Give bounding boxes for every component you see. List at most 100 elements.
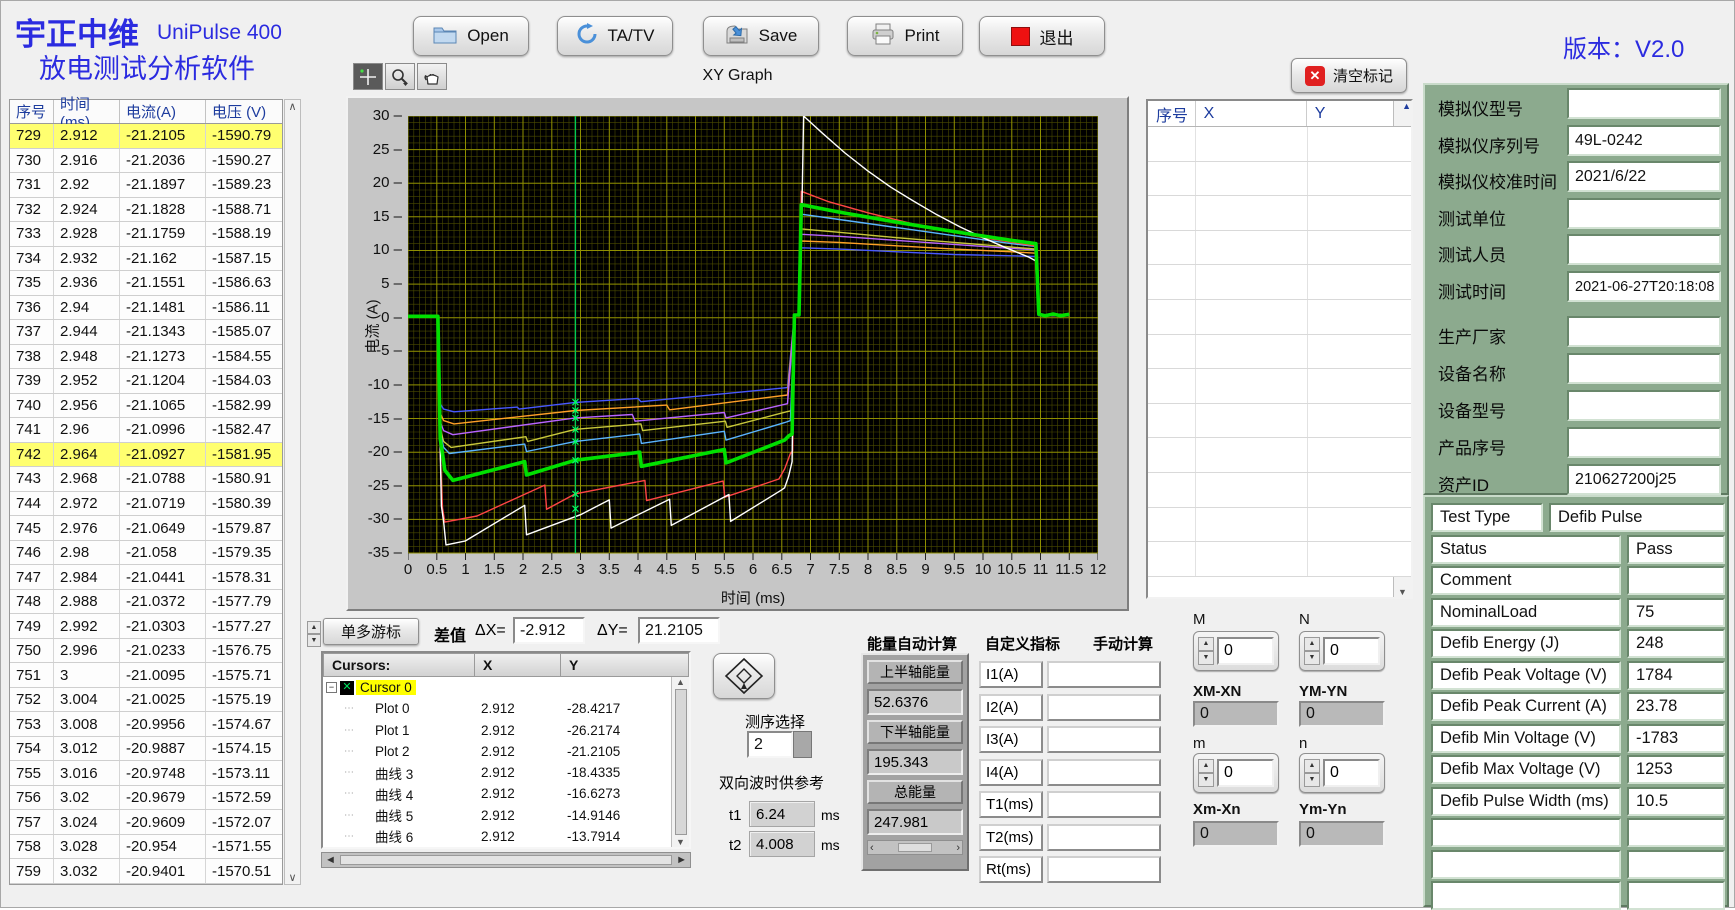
table-row[interactable]: 7553.016-20.9748-1573.11	[10, 761, 282, 786]
scrollbar-thumb[interactable]	[340, 855, 672, 865]
custom-field-value[interactable]	[1047, 694, 1161, 721]
scroll-up-icon[interactable]: ∧	[288, 100, 296, 113]
dy-field[interactable]: 21.2105	[638, 617, 720, 644]
N-spinner[interactable]: ▲▼0	[1299, 631, 1385, 671]
tree-collapse-icon[interactable]: −	[326, 682, 337, 693]
scroll-down-icon[interactable]: ∨	[288, 871, 296, 884]
result-value[interactable]	[1627, 881, 1725, 910]
scrollbar-thumb[interactable]	[675, 689, 687, 835]
cursor-nav-button[interactable]	[713, 653, 775, 699]
cursors-hscrollbar[interactable]: ◄ ►	[321, 852, 691, 868]
table-row[interactable]: 7482.988-21.0372-1577.79	[10, 590, 282, 615]
n-spinner[interactable]: ▲▼0	[1299, 753, 1385, 793]
table-row[interactable]: 7332.928-21.1759-1588.19	[10, 222, 282, 247]
table-row[interactable]: 7543.012-20.9887-1574.15	[10, 737, 282, 762]
cursor-plot-row[interactable]: ⋯Plot 02.912-28.4217	[323, 698, 671, 719]
table-row[interactable]: 7583.028-20.954-1571.55	[10, 835, 282, 860]
spin-down-icon[interactable]: ▼	[1304, 651, 1320, 665]
spin-up-icon[interactable]: ▲	[1304, 759, 1320, 773]
cursors-scrollbar[interactable]: ▲ ▼	[671, 677, 689, 847]
table-row[interactable]: 7342.932-21.162-1587.15	[10, 247, 282, 272]
cursor-mode-spinner[interactable]: ▲▼	[307, 621, 321, 645]
result-value[interactable]	[1627, 566, 1725, 595]
info-field-value[interactable]: 2021-06-27T20:18:08	[1567, 271, 1721, 302]
result-value[interactable]: -1783	[1627, 724, 1725, 753]
spin-down-icon[interactable]: ▼	[1304, 773, 1320, 787]
exit-button[interactable]: 退出	[979, 16, 1105, 56]
scroll-up-icon[interactable]: ▲	[676, 677, 685, 687]
dx-field[interactable]: -2.912	[513, 617, 585, 644]
custom-field-value[interactable]	[1047, 791, 1161, 818]
info-field-value[interactable]	[1567, 198, 1721, 229]
result-value[interactable]: 1784	[1627, 661, 1725, 690]
table-row[interactable]: 7372.944-21.1343-1585.07	[10, 320, 282, 345]
table-row[interactable]: 7382.948-21.1273-1584.55	[10, 345, 282, 370]
table-row[interactable]: 7593.032-20.9401-1570.51	[10, 859, 282, 884]
result-value[interactable]	[1627, 850, 1725, 879]
M-spinner[interactable]: ▲▼0	[1193, 631, 1279, 671]
cursor-plot-row[interactable]: ⋯Plot 12.912-26.2174	[323, 720, 671, 741]
print-button[interactable]: Print	[847, 16, 963, 56]
custom-field-value[interactable]	[1047, 661, 1161, 688]
table-row[interactable]: 7352.936-21.1551-1586.63	[10, 271, 282, 296]
spin-down-icon[interactable]: ▼	[1198, 651, 1214, 665]
info-field-value[interactable]	[1567, 316, 1721, 347]
save-button[interactable]: Save	[703, 16, 819, 56]
cursor-plot-row[interactable]: ⋯Plot 22.912-21.2105	[323, 741, 671, 762]
table-row[interactable]: 7302.916-21.2036-1590.27	[10, 149, 282, 174]
table-row[interactable]: 7402.956-21.1065-1582.99	[10, 394, 282, 419]
cursor-plot-row[interactable]: ⋯曲线 32.912-18.4335	[323, 762, 671, 783]
table-row[interactable]: 7573.024-20.9609-1572.07	[10, 810, 282, 835]
clear-marks-button[interactable]: ✕ 清空标记	[1291, 58, 1407, 93]
cursor-mode-button[interactable]: 单多游标	[323, 618, 419, 645]
scroll-down-icon[interactable]: ▼	[1398, 587, 1407, 597]
info-field-value[interactable]	[1567, 390, 1721, 421]
result-value[interactable]: 1253	[1627, 755, 1725, 784]
data-table-scrollbar[interactable]: ∧ ∨	[284, 99, 301, 885]
scroll-left-icon[interactable]: ◄	[322, 854, 336, 866]
scroll-up-icon[interactable]: ▲	[1402, 101, 1411, 111]
sequence-value[interactable]: 2	[747, 731, 793, 758]
spin-down-icon[interactable]: ▼	[1198, 773, 1214, 787]
scroll-down-icon[interactable]: ▼	[676, 837, 685, 847]
info-field-value[interactable]	[1567, 88, 1721, 119]
result-value[interactable]: 10.5	[1627, 787, 1725, 816]
table-row[interactable]: 7392.952-21.1204-1584.03	[10, 369, 282, 394]
cursor-plot-row[interactable]: ⋯曲线 62.912-13.7914	[323, 826, 671, 847]
custom-field-value[interactable]	[1047, 759, 1161, 786]
table-row[interactable]: 7312.92-21.1897-1589.23	[10, 173, 282, 198]
custom-field-value[interactable]	[1047, 726, 1161, 753]
cursor-root-row[interactable]: −✕Cursor 0	[323, 677, 671, 698]
result-value[interactable]: 75	[1627, 598, 1725, 627]
scroll-right-icon[interactable]: ►	[676, 854, 690, 866]
table-row[interactable]: 7492.992-21.0303-1577.27	[10, 614, 282, 639]
table-row[interactable]: 7533.008-20.9956-1574.67	[10, 712, 282, 737]
m-spinner[interactable]: ▲▼0	[1193, 753, 1279, 793]
sequence-stepper[interactable]	[793, 731, 812, 758]
result-value[interactable]: Pass	[1627, 535, 1725, 564]
energy-hscrollbar[interactable]: ‹›	[867, 840, 963, 855]
xy-graph-plot[interactable]	[408, 116, 1098, 562]
table-row[interactable]: 7502.996-21.0233-1576.75	[10, 639, 282, 664]
tatv-button[interactable]: TA/TV	[557, 16, 673, 56]
cursor-name[interactable]: Cursor 0	[356, 680, 416, 695]
cursor-plot-row[interactable]: ⋯曲线 52.912-14.9146	[323, 805, 671, 826]
custom-field-value[interactable]	[1047, 824, 1161, 851]
table-row[interactable]: 7563.02-20.9679-1572.59	[10, 786, 282, 811]
table-row[interactable]: 7412.96-21.0996-1582.47	[10, 418, 282, 443]
result-value[interactable]: 248	[1627, 629, 1725, 658]
table-row[interactable]: 7322.924-21.1828-1588.71	[10, 198, 282, 223]
result-value[interactable]: 23.78	[1627, 692, 1725, 721]
table-row[interactable]: 7462.98-21.058-1579.35	[10, 541, 282, 566]
open-button[interactable]: Open	[413, 16, 529, 56]
table-row[interactable]: 7523.004-21.0025-1575.19	[10, 688, 282, 713]
info-field-value[interactable]	[1567, 234, 1721, 265]
info-field-value[interactable]: 49L-0242	[1567, 125, 1721, 156]
result-value[interactable]: Defib Pulse	[1549, 503, 1725, 532]
table-row[interactable]: 7513-21.0095-1575.71	[10, 663, 282, 688]
info-field-value[interactable]	[1567, 353, 1721, 384]
table-row[interactable]: 7362.94-21.1481-1586.11	[10, 296, 282, 321]
table-row[interactable]: 7292.912-21.2105-1590.79	[10, 124, 282, 149]
info-field-value[interactable]: 2021/6/22	[1567, 161, 1721, 192]
table-row[interactable]: 7472.984-21.0441-1578.31	[10, 565, 282, 590]
